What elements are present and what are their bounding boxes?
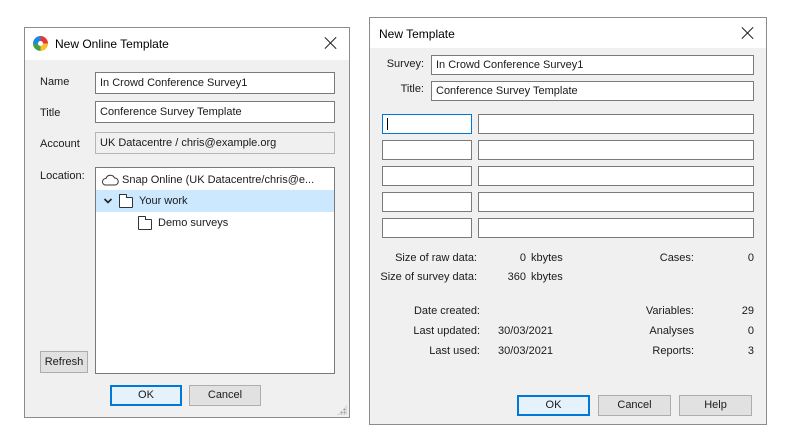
field-code-3[interactable]	[382, 166, 472, 186]
tree-item-label: Demo surveys	[158, 217, 229, 229]
tree-item-snap-online[interactable]: Snap Online (UK Datacentre/chris@e...	[96, 169, 334, 191]
title-label: Title	[40, 107, 61, 119]
account-field: UK Datacentre / chris@example.org	[95, 132, 335, 154]
survey-label: Survey:	[386, 58, 424, 70]
title-field[interactable]: Conference Survey Template	[95, 101, 335, 123]
title-bar: New Online Template	[25, 28, 349, 60]
ok-button[interactable]: OK	[110, 385, 182, 406]
variables-value: 29	[741, 305, 754, 317]
field-desc-1[interactable]	[478, 114, 754, 134]
dialog-title: New Template	[379, 27, 455, 41]
new-online-template-dialog: New Online Template Name In Crowd Confer…	[24, 27, 350, 418]
folder-icon	[138, 216, 152, 230]
refresh-button[interactable]: Refresh	[40, 351, 88, 373]
new-template-dialog: New Template Survey: In Crowd Conference…	[369, 17, 767, 425]
field-desc-2[interactable]	[478, 140, 754, 160]
close-icon[interactable]	[740, 25, 756, 41]
ok-button[interactable]: OK	[517, 395, 590, 416]
title-bar: New Template	[370, 18, 766, 48]
close-icon[interactable]	[323, 35, 339, 51]
field-code-1[interactable]	[382, 114, 472, 134]
name-label: Name	[40, 76, 70, 88]
cloud-icon	[101, 174, 119, 186]
cancel-button[interactable]: Cancel	[598, 395, 671, 416]
location-tree[interactable]: Snap Online (UK Datacentre/chris@e... Yo…	[95, 167, 335, 374]
survey-data-value: 360	[507, 271, 526, 283]
last-updated-label: Last updated:	[413, 325, 480, 337]
location-label: Location:	[40, 170, 85, 182]
chevron-down-icon[interactable]	[103, 196, 113, 206]
survey-data-unit: kbytes	[531, 271, 563, 283]
field-code-5[interactable]	[382, 218, 472, 238]
field-desc-4[interactable]	[478, 192, 754, 212]
date-created-label: Date created:	[413, 305, 480, 317]
field-code-4[interactable]	[382, 192, 472, 212]
analyses-value: 0	[747, 325, 754, 337]
text-caret	[387, 118, 388, 131]
field-code-2[interactable]	[382, 140, 472, 160]
survey-field[interactable]: In Crowd Conference Survey1	[431, 55, 754, 75]
raw-data-unit: kbytes	[531, 252, 563, 264]
title-field[interactable]: Conference Survey Template	[431, 81, 754, 101]
raw-data-value: 0	[519, 252, 526, 264]
tree-item-label: Snap Online (UK Datacentre/chris@e...	[122, 174, 315, 186]
survey-data-label: Size of survey data:	[380, 271, 477, 283]
cancel-button[interactable]: Cancel	[189, 385, 261, 406]
app-logo-icon	[33, 36, 48, 51]
reports-value: 3	[747, 345, 754, 357]
name-field[interactable]: In Crowd Conference Survey1	[95, 72, 335, 94]
cases-label: Cases:	[659, 252, 694, 264]
resize-grip[interactable]	[337, 405, 347, 415]
last-updated-value: 30/03/2021	[498, 325, 554, 337]
account-label: Account	[40, 138, 80, 150]
analyses-label: Analyses	[649, 325, 694, 337]
tree-item-demo-surveys[interactable]: Demo surveys	[96, 212, 334, 234]
raw-data-label: Size of raw data:	[395, 252, 477, 264]
tree-item-label: Your work	[139, 195, 188, 207]
last-used-label: Last used:	[429, 345, 480, 357]
variables-label: Variables:	[645, 305, 694, 317]
field-desc-3[interactable]	[478, 166, 754, 186]
title-label: Title:	[400, 83, 424, 95]
dialog-title: New Online Template	[55, 37, 169, 51]
last-used-value: 30/03/2021	[498, 345, 554, 357]
cases-value: 0	[747, 252, 754, 264]
folder-icon	[119, 194, 133, 208]
field-desc-5[interactable]	[478, 218, 754, 238]
reports-label: Reports:	[652, 345, 694, 357]
tree-item-your-work[interactable]: Your work	[96, 190, 334, 212]
help-button[interactable]: Help	[679, 395, 752, 416]
